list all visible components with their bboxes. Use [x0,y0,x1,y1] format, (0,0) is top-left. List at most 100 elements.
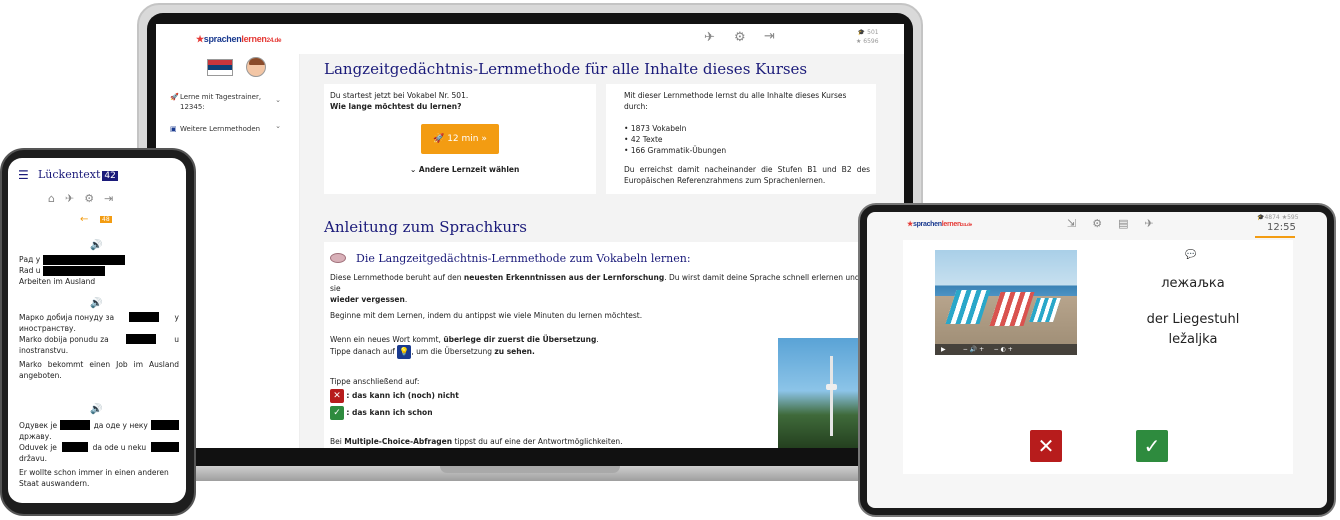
logout-icon[interactable]: ⇥ [104,192,123,205]
gear-icon[interactable]: ⚙ [84,192,104,205]
no-flight-icon[interactable]: ✈ [704,30,715,45]
flashcard: ▶ − 🔊 + − ◐ + 💬 лежаљка der Liegestuhl l… [903,240,1293,474]
sentence-lat-cont: inostranstvu. [19,346,69,355]
guide-p5: Bei Multiple-Choice-Abfragen tippst du a… [330,436,623,447]
check-icon: ✓ [330,406,344,420]
start-line1: Du startest jetzt bei Vokabel Nr. 501. [330,91,469,100]
start-12min-button[interactable]: 🚀 12 min » [421,124,499,154]
gap-blank[interactable] [60,420,91,430]
chevron-down-icon: ⌄ [410,165,419,174]
word-latin: ležaljka [1168,332,1218,347]
sentence-de: Marko bekommt einen Job im Ausland angeb… [19,360,179,380]
gap-blank[interactable] [129,312,160,322]
close-icon: ✕ [1037,434,1055,458]
sentence-lat: Rad u [19,266,41,275]
brand-part2: lernen [241,34,267,44]
start-text: Du startest jetzt bei Vokabel Nr. 501. W… [330,90,468,112]
phone-screen: ☰ Lückentext 42 ⌂✈⚙⇥ ← 48 🔊 Рад у Rad u A… [8,158,186,503]
guide-bold: überlege dir zuerst die Übersetzung [443,335,597,344]
laptop-chin [156,448,904,468]
chair-shape [945,290,991,324]
correct-button[interactable]: ✓ [1136,430,1168,462]
start-line2: Wie lange möchtest du lernen? [330,102,462,111]
wrong-button[interactable]: ✕ [1030,430,1062,462]
guide-text: Bei [330,437,345,446]
avatar[interactable] [246,57,266,77]
sidebar-item-tagestrainer[interactable]: 🚀Lerne mit Tagestrainer, 12345: [170,92,261,112]
guide-p3: Wenn ein neues Wort kommt, überlege dir … [330,334,770,359]
sentence-lat-cont: državu. [19,454,47,463]
start-button-label: 12 min [447,134,479,144]
gear-icon[interactable]: ⚙ [1092,217,1118,230]
sidebar-item-label-2: 12345: [180,103,205,111]
speaker-icon[interactable]: 🔊 [90,298,102,309]
serbia-flag-icon[interactable] [207,59,233,76]
gap-blank[interactable] [42,255,125,265]
tablet-stats: 🎓4874 ★595 [1257,213,1299,222]
progress-badge: 48 [100,216,112,223]
lightbulb-icon: 💡 [397,345,412,359]
other-time-link[interactable]: ⌄ Andere Lernzeit wählen [410,164,519,175]
speech-bubble-icon[interactable]: 💬 [1185,250,1196,260]
sentence-de: Er wollte schon immer in einen anderen S… [19,468,169,488]
no-flight-icon[interactable]: ✈ [1145,217,1170,230]
phone-title-text: Lückentext [38,168,101,181]
brand-logo-tablet[interactable]: ★sprachenlernen24.de [907,220,972,228]
home-icon[interactable]: ⌂ [48,192,65,205]
guide-card: Die Langzeitgedächtnis-Lernmethode zum V… [324,242,884,448]
brain-icon [330,253,346,263]
sentence-cyr-cont: државу. [19,432,52,441]
sentence-cyr-cont: иностранству. [19,324,76,333]
tablet-toolbar: ⇲⚙▤✈ [1067,217,1170,230]
brand-part1: sprachen [203,34,242,44]
sentence-de: Arbeiten im Ausland [19,277,96,286]
gap-blank[interactable] [61,442,88,452]
back-arrow-icon[interactable]: ← [80,214,88,225]
guide-text: , um die Übersetzung [411,347,495,356]
gear-icon[interactable]: ⚙ [734,30,746,45]
star-icon: ★ [196,34,204,44]
guide-p4: Tippe anschließend auf: ✕ : das kann ich… [330,376,459,420]
sentence-cyr: Рад у [19,255,41,264]
sentence-cyr-mid: да оде у неку [93,421,148,430]
cap-icon: 🎓 [857,29,868,36]
gap-blank[interactable] [151,420,179,430]
phone-block-1: Рад у Rad u Arbeiten im Ausland [19,254,179,287]
chevron-down-icon[interactable]: ⌄ [275,96,281,104]
brand-part1: sprachen [912,221,942,228]
guide-text: Wenn ein neues Wort kommt, [330,335,444,344]
sentence-cyr: Одувек је [19,421,58,430]
brand-logo[interactable]: ★sprachenlernen24.de [196,34,282,45]
rocket-icon: 🚀 [433,134,448,144]
sidebar-item-weitere[interactable]: ▣ Weitere Lernmethoden [170,124,260,134]
sentence-lat-mid: da ode u neku [92,443,147,452]
speaker-icon[interactable]: 🔊 [90,404,102,415]
speaker-icon[interactable]: 🔊 [90,240,102,251]
sentence-cyr-end: у [174,313,179,322]
exit-icon[interactable]: ⇲ [1067,217,1092,230]
guide-text: Tippe danach auf [330,347,395,356]
check-icon: ✓ [1143,434,1161,458]
info-outro: Du erreichst damit nacheinander die Stuf… [624,165,870,185]
close-icon: ✕ [330,389,344,403]
media-controls[interactable]: ▶ − 🔊 + − ◐ + [935,344,1077,355]
stat-points: 595 [1287,214,1299,221]
menu-icon[interactable]: ☰ [18,168,29,182]
logout-icon[interactable]: ⇥ [764,29,775,44]
chevron-down-icon[interactable]: ⌄ [275,122,281,130]
guide-bold: neuesten Erkenntnissen aus der Lernforsc… [463,273,665,282]
tower-head [826,384,837,390]
gap-blank[interactable] [42,266,105,276]
chair-shape [989,292,1035,326]
info-item: 42 Texte [630,135,663,144]
chair-shape [1029,298,1061,322]
timer-progress [1255,236,1295,238]
sidebar-item-label: Weitere Lernmethoden [180,125,261,133]
card-icon[interactable]: ▤ [1118,217,1144,230]
main-content: Langzeitgedächtnis-Lernmethode für alle … [300,54,904,448]
gap-blank[interactable] [151,442,179,452]
sidebar-item-label: Lerne mit Tagestrainer, [180,93,262,101]
no-flight-icon[interactable]: ✈ [65,192,84,205]
guide-bold: : das kann ich (noch) nicht [346,391,459,400]
gap-blank[interactable] [126,334,157,344]
